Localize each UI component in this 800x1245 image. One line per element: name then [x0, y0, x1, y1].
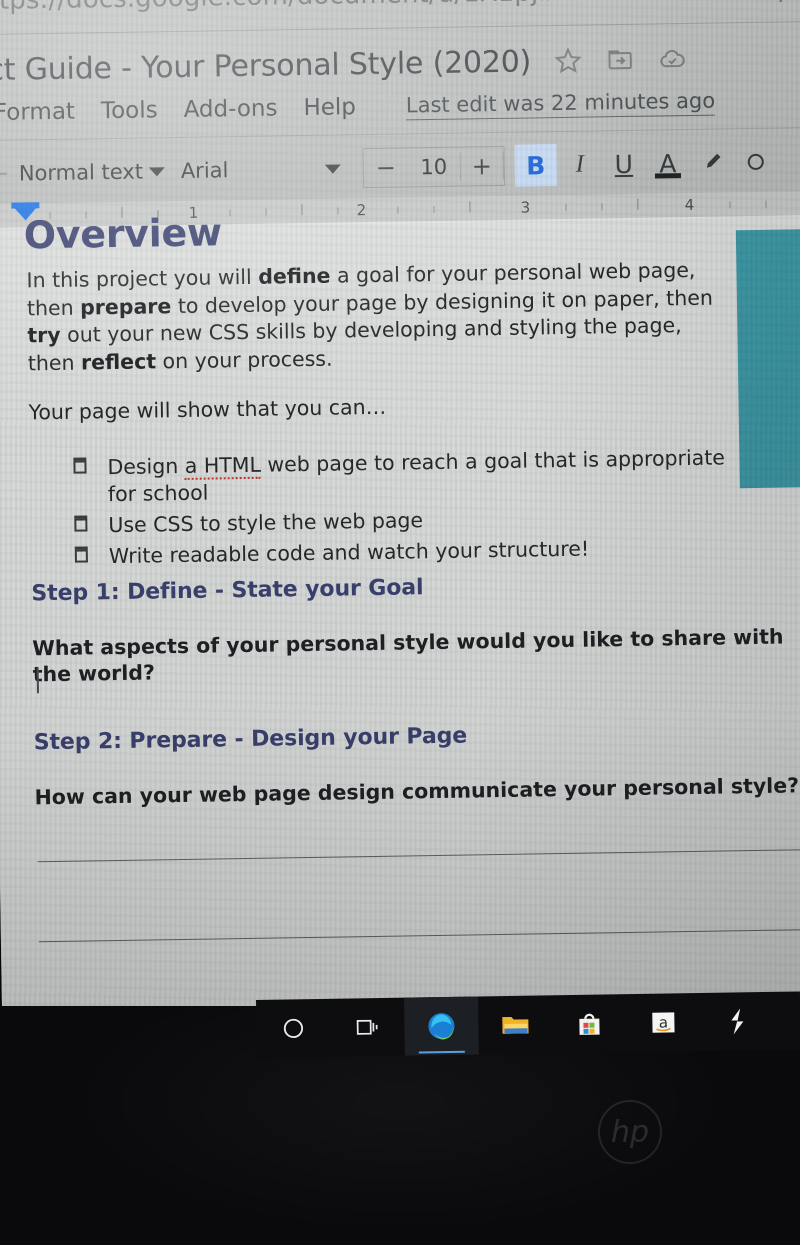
file-explorer-icon[interactable] [478, 995, 553, 1054]
document-title[interactable]: ect Guide - Your Personal Style (2020) [0, 44, 531, 88]
step-2-heading: Step 2: Prepare - Design your Page [33, 723, 468, 756]
text-format-buttons: B I U A [514, 141, 777, 187]
checklist: Design a HTML web page to reach a goal t… [65, 444, 747, 575]
bold-button[interactable]: B [514, 144, 558, 187]
task-view-icon[interactable] [330, 998, 405, 1057]
cloud-saved-icon[interactable] [657, 44, 687, 74]
lightning-app-icon[interactable] [700, 992, 775, 1051]
checkbox-bullet-icon [73, 460, 87, 474]
menu-item-help[interactable]: Help [303, 94, 356, 121]
laptop-screen-photo: https://docs.google.com/document/d/1X1pj… [0, 0, 800, 1245]
list-item[interactable]: Design a HTML web page to reach a goal t… [65, 444, 746, 509]
cortana-search-icon[interactable] [256, 999, 331, 1058]
overview-paragraph: In this project you will define a goal f… [26, 256, 728, 377]
accent-color-block [735, 228, 800, 489]
text-cursor [36, 667, 40, 694]
font-family-chevron-down-icon[interactable] [324, 163, 341, 174]
step-1-heading: Step 1: Define - State your Goal [31, 575, 424, 607]
paragraph-style-value[interactable]: Normal text [19, 160, 145, 186]
increase-font-size-button[interactable]: + [459, 151, 505, 181]
hp-logo: hp [598, 1100, 662, 1164]
list-item[interactable]: Write readable code and watch your struc… [67, 533, 747, 571]
title-icon-group [553, 44, 687, 76]
intro-list-lead: Your page will show that you can… [28, 394, 387, 425]
italic-button[interactable]: I [558, 143, 601, 186]
checkbox-bullet-icon [74, 518, 88, 532]
microsoft-edge-icon[interactable] [403, 996, 479, 1056]
font-size-stepper: − 10 + [362, 145, 506, 189]
spellcheck-underlined-text[interactable]: a HTML [184, 452, 262, 480]
first-line-indent-marker[interactable] [11, 202, 40, 209]
para1-bold-prepare: prepare [79, 293, 172, 320]
text-color-label: A [658, 148, 677, 178]
para1-bold-try: try [27, 322, 61, 348]
section-heading-overview: Overview [23, 210, 223, 258]
answer-line[interactable] [37, 848, 800, 863]
svg-text:a: a [659, 1014, 668, 1032]
toolbar-overflow-dash [0, 172, 7, 175]
decrease-font-size-button[interactable]: − [364, 153, 408, 182]
star-icon[interactable] [553, 46, 583, 76]
document-page[interactable]: Overview In this project you will define… [0, 210, 800, 1014]
highlight-color-icon[interactable] [690, 141, 733, 184]
amazon-icon[interactable]: a [626, 993, 701, 1052]
microsoft-store-icon[interactable] [552, 994, 627, 1053]
para1-seg-8: on your process. [155, 346, 333, 373]
underline-button[interactable]: U [602, 143, 645, 186]
step-2-question: How can your web page design communicate… [34, 773, 800, 810]
paragraph-style-chevron-down-icon[interactable] [148, 166, 165, 176]
move-to-folder-icon[interactable] [605, 45, 635, 75]
formatting-toolbar: Normal text Arial − 10 + B I U A [0, 134, 800, 200]
font-size-value[interactable]: 10 [408, 155, 460, 180]
checklist-1-text: Use CSS to style the web page [108, 508, 424, 538]
font-family-value[interactable]: Arial [181, 157, 321, 183]
menu-item-tools[interactable]: Tools [101, 97, 158, 124]
screen-content: https://docs.google.com/document/d/1X1pj… [0, 0, 800, 1014]
menu-item-format[interactable]: Format [0, 99, 75, 126]
url-text: https://docs.google.com/document/d/1X1pj… [0, 0, 800, 16]
windows-taskbar: a [256, 991, 800, 1058]
answer-line[interactable] [38, 928, 800, 943]
ruler-number-3: 3 [520, 198, 531, 217]
ruler-number-4: 4 [684, 195, 695, 215]
ruler-number-2: 2 [356, 201, 367, 220]
last-edit-status[interactable]: Last edit was 22 minutes ago [405, 88, 716, 120]
checklist-0-pre: Design [107, 453, 185, 480]
menu-item-addons[interactable]: Add-ons [183, 95, 277, 122]
para1-bold-define: define [258, 263, 331, 289]
insert-link-icon[interactable] [734, 141, 777, 184]
checkbox-bullet-icon [74, 549, 88, 563]
text-color-button[interactable]: A [646, 142, 689, 185]
step-1-question: What aspects of your personal style woul… [32, 624, 784, 687]
checklist-2-text: Write readable code and watch your struc… [108, 536, 590, 569]
para1-seg-0: In this project you will [26, 264, 259, 293]
para1-bold-reflect: reflect [80, 348, 157, 375]
para1-seg-4: to develop your page by designing it on … [171, 285, 714, 318]
